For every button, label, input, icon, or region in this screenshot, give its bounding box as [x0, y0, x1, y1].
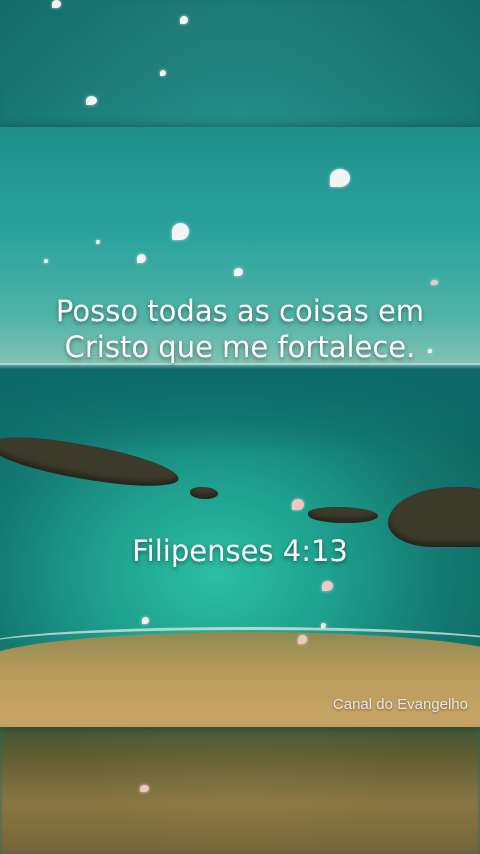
verse-text: Posso todas as coisas em Cristo que me f… — [55, 294, 425, 364]
petal-icon — [180, 16, 188, 24]
petal-icon — [321, 623, 326, 628]
rock — [190, 487, 218, 499]
petal-icon — [140, 785, 149, 792]
petal-icon — [44, 259, 48, 263]
petal-icon — [172, 223, 189, 240]
petal-icon — [330, 169, 350, 187]
channel-watermark: Canal do Evangelho — [332, 696, 468, 713]
petal-icon — [234, 268, 243, 276]
verse-reference: Filipenses 4:13 — [132, 534, 348, 568]
petal-icon — [292, 499, 304, 510]
petal-icon — [137, 254, 146, 263]
petal-icon — [52, 0, 61, 8]
scene-image — [0, 127, 480, 727]
petal-icon — [431, 280, 438, 285]
petal-icon — [96, 240, 100, 244]
petal-icon — [160, 70, 166, 76]
petal-icon — [298, 635, 307, 644]
petal-icon — [86, 96, 97, 105]
petal-icon — [322, 581, 333, 591]
rock — [308, 507, 378, 523]
petal-icon — [142, 617, 149, 624]
